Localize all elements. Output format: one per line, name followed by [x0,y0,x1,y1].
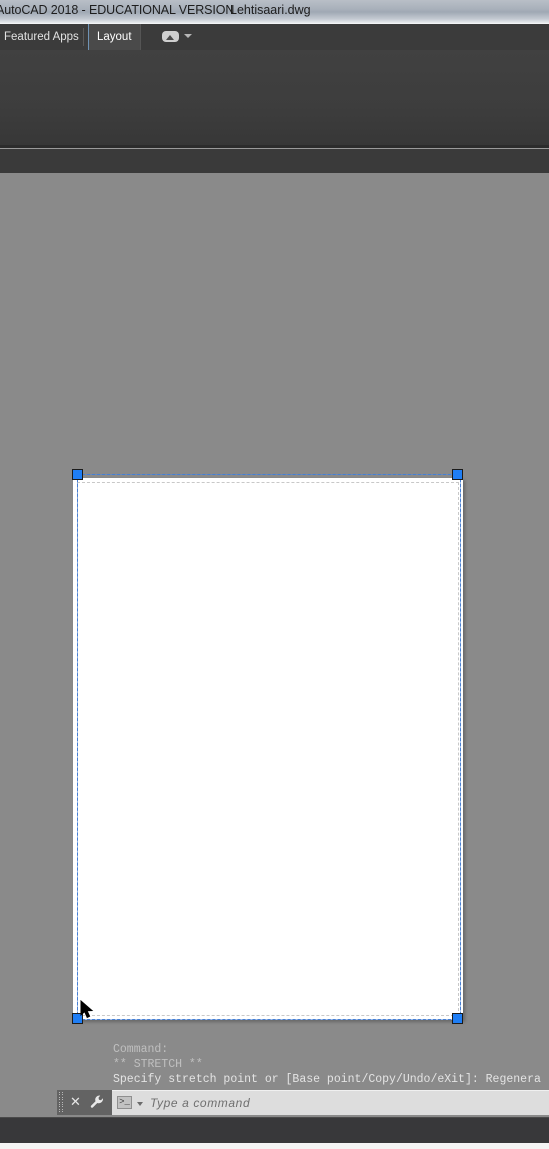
panel-toggle-icon [162,31,179,42]
grip-top-right[interactable] [452,469,463,480]
drawing-canvas[interactable] [0,173,549,1117]
tab-layout[interactable]: Layout [88,24,141,50]
window-bottom-edge [0,1143,549,1149]
command-history-line: ** STRETCH ** [113,1058,203,1071]
wrench-icon[interactable] [89,1094,105,1110]
command-history: Command: ** STRETCH ** Specify stretch p… [113,1042,549,1087]
ribbon-panel [0,50,549,145]
command-history-line: Command: [113,1043,169,1056]
drag-handle-icon[interactable] [59,1092,64,1113]
close-icon[interactable]: ✕ [68,1094,83,1109]
ribbon-panel-toggle[interactable] [162,29,196,45]
command-input[interactable]: Type a command [150,1095,250,1112]
chevron-down-icon [184,34,192,38]
command-history-line: Specify stretch point or [Base point/Cop… [113,1073,541,1086]
drawing-tab-strip[interactable] [0,148,549,173]
mouse-cursor [80,1000,94,1019]
document-title: Lehtisaari.dwg [230,3,311,17]
ribbon-tab-bar: Featured Apps Layout [0,24,549,51]
command-input-area[interactable]: >_ Type a command [112,1090,549,1115]
selection-rectangle [77,474,461,1020]
tab-separator [83,28,84,46]
status-bar[interactable] [0,1117,549,1143]
title-bar: AutoCAD 2018 - EDUCATIONAL VERSION Lehti… [0,0,549,24]
tab-featured-apps[interactable]: Featured Apps [0,24,87,50]
grip-bottom-right[interactable] [452,1013,463,1024]
grip-top-left[interactable] [72,469,83,480]
app-title: AutoCAD 2018 - EDUCATIONAL VERSION [0,3,235,17]
command-prompt-icon[interactable]: >_ [117,1096,132,1109]
chevron-down-icon[interactable] [137,1102,143,1106]
